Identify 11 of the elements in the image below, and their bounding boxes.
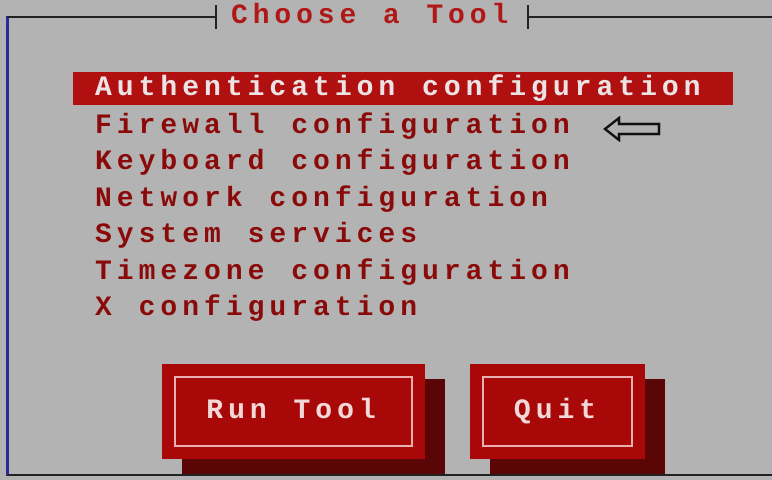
tool-menu-item[interactable]: Keyboard configuration [73, 145, 733, 182]
tool-menu-item[interactable]: System services [73, 218, 733, 254]
tool-menu-item[interactable]: X configuration [73, 291, 733, 328]
tool-menu-item[interactable]: Authentication configuration [73, 72, 733, 105]
tool-menu-item[interactable]: Network configuration [73, 182, 733, 218]
tool-menu-item[interactable]: Firewall configuration [73, 108, 733, 145]
dialog-title: Choose a Tool [231, 5, 514, 29]
dialog-button[interactable]: Quit [470, 364, 645, 458]
tool-menu-item[interactable]: Timezone configuration [73, 254, 733, 291]
dialog-button[interactable]: Run Tool [162, 364, 425, 458]
left-arrow-icon [603, 116, 661, 142]
